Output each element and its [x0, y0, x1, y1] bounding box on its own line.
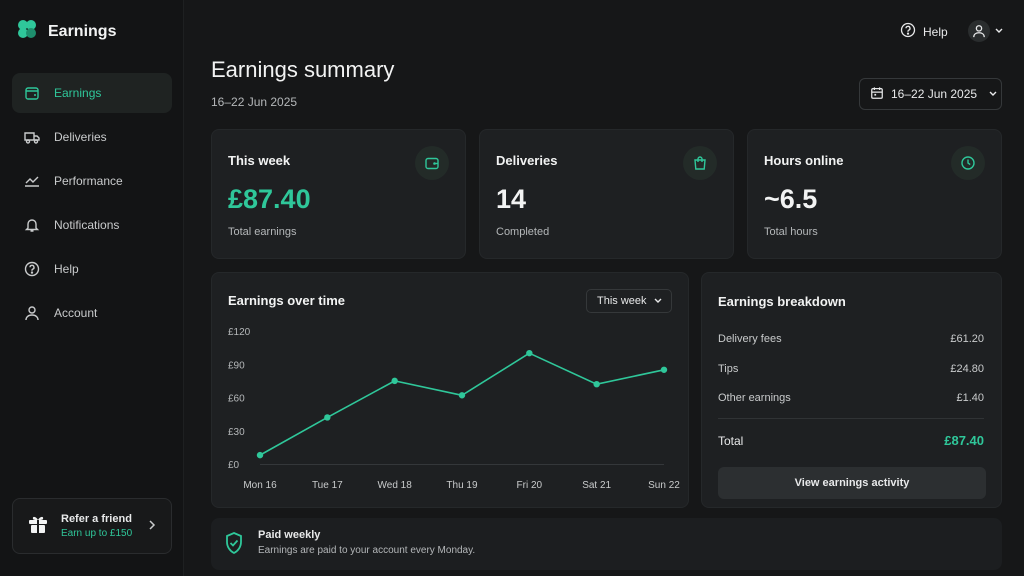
stat-value: ~6.5: [764, 184, 818, 214]
breakdown-value: £61.20: [950, 333, 984, 345]
earnings-series-line: [259, 352, 665, 456]
stat-subtitle: Completed: [496, 226, 550, 238]
earnings-breakdown-card: Earnings breakdown Delivery fees £61.20 …: [701, 272, 1002, 508]
stat-card-deliveries: Deliveries 14 Completed: [479, 129, 734, 259]
stat-subtitle: Total hours: [764, 226, 818, 238]
x-tick-label: Sat 21: [582, 480, 611, 491]
y-tick-label: £30: [228, 427, 245, 438]
data-point: [526, 349, 533, 357]
calendar-icon: [870, 86, 884, 103]
sidebar-nav: Earnings Deliveries Performance Notifica…: [12, 73, 172, 337]
data-point: [660, 366, 668, 373]
stat-title: Hours online: [764, 153, 844, 168]
y-tick-label: £60: [228, 394, 245, 405]
bag-icon: [683, 146, 717, 180]
stat-value: 14: [496, 184, 527, 214]
stat-title: Deliveries: [496, 153, 558, 168]
breakdown-row: Other earnings £1.40: [718, 392, 984, 404]
help-label: Help: [923, 24, 948, 39]
wallet-icon: [415, 146, 449, 180]
bell-icon: [23, 216, 41, 234]
stat-value: £87.40: [228, 184, 311, 214]
date-range-label: 16–22 Jun 2025: [891, 87, 978, 101]
date-range-picker[interactable]: 16–22 Jun 2025: [859, 78, 1002, 110]
clover-logo-icon: [16, 18, 38, 45]
sidebar-item-account[interactable]: Account: [12, 293, 172, 333]
breakdown-title: Earnings breakdown: [718, 294, 846, 309]
refer-a-friend-card[interactable]: Refer a friend Earn up to £150: [12, 498, 172, 554]
breakdown-row: Tips £24.80: [718, 363, 984, 375]
data-point: [458, 392, 466, 399]
breakdown-value: £24.80: [950, 363, 984, 375]
sidebar-item-deliveries[interactable]: Deliveries: [12, 117, 172, 157]
app-name: Earnings: [48, 22, 117, 40]
refer-subtitle: Earn up to £150: [61, 528, 133, 539]
stat-subtitle: Total earnings: [228, 226, 297, 238]
sidebar: Earnings Earnings Deliveries Performance…: [0, 0, 184, 576]
refer-title: Refer a friend: [61, 513, 132, 525]
y-tick-label: £120: [228, 327, 251, 338]
y-tick-label: £90: [228, 360, 245, 371]
shield-check-icon: [224, 531, 244, 560]
sidebar-item-label: Earnings: [54, 86, 102, 100]
wallet-icon: [23, 84, 41, 102]
x-tick-label: Tue 17: [312, 480, 343, 491]
sidebar-item-label: Notifications: [54, 218, 120, 232]
x-tick-label: Wed 18: [378, 480, 413, 491]
x-tick-label: Fri 20: [517, 480, 543, 491]
stat-card-hours-online: Hours online ~6.5 Total hours: [747, 129, 1002, 259]
divider: [718, 418, 984, 419]
help-button[interactable]: Help: [900, 22, 948, 41]
y-tick-label: £0: [228, 460, 240, 471]
brand[interactable]: Earnings: [16, 18, 116, 45]
refer-text: Refer a friend Earn up to £150: [61, 513, 132, 539]
gift-icon: [27, 513, 49, 540]
x-tick-label: Thu 19: [446, 480, 478, 491]
stat-title: This week: [228, 153, 291, 168]
total-label: Total: [718, 433, 744, 448]
x-tick-label: Mon 16: [243, 480, 277, 491]
breakdown-row: Delivery fees £61.20: [718, 333, 984, 345]
page-subtitle: 16–22 Jun 2025: [211, 95, 298, 109]
sidebar-item-notifications[interactable]: Notifications: [12, 205, 172, 245]
breakdown-label: Other earnings: [718, 392, 791, 404]
data-point: [324, 414, 331, 421]
stat-card-this-week: This week £87.40 Total earnings: [211, 129, 466, 259]
sidebar-item-label: Deliveries: [54, 130, 107, 144]
breakdown-value: £1.40: [956, 392, 984, 404]
truck-icon: [23, 128, 41, 146]
page-title: Earnings summary: [211, 57, 395, 82]
chevron-right-icon: [147, 518, 157, 537]
sidebar-item-help[interactable]: Help: [12, 249, 172, 289]
x-tick-label: Sun 22: [648, 480, 680, 491]
sidebar-item-label: Account: [54, 306, 98, 320]
paid-weekly-banner: Paid weekly Earnings are paid to your ac…: [211, 518, 1002, 570]
paid-title: Paid weekly: [258, 529, 321, 541]
earnings-line-chart: £0 £30 £60 £90 £120 Mon 16 Tue 17 Wed 18 Thu 19 F…: [228, 327, 680, 491]
trend-icon: [23, 172, 41, 190]
paid-subtitle: Earnings are paid to your account every …: [258, 545, 476, 556]
chevron-down-icon: [988, 87, 998, 101]
help-icon: [23, 260, 41, 278]
total-value: £87.40: [944, 433, 984, 448]
sidebar-item-earnings[interactable]: Earnings: [12, 73, 172, 113]
data-point: [256, 451, 264, 459]
sidebar-item-label: Help: [54, 262, 79, 276]
user-icon: [23, 304, 41, 322]
sidebar-item-performance[interactable]: Performance: [12, 161, 172, 201]
data-point: [391, 377, 398, 385]
breakdown-label: Tips: [718, 363, 739, 375]
earnings-chart-card: Earnings over time This week £0 £30 £60 £90…: [211, 272, 689, 508]
clock-icon: [951, 146, 985, 180]
chevron-down-icon: [994, 22, 1004, 40]
user-menu[interactable]: [968, 20, 1004, 42]
breakdown-label: Delivery fees: [718, 333, 782, 345]
help-icon: [900, 22, 916, 41]
breakdown-total: Total £87.40: [718, 433, 984, 448]
sidebar-item-label: Performance: [54, 174, 123, 188]
data-point: [593, 381, 600, 388]
avatar: [968, 20, 990, 42]
view-earnings-activity-button[interactable]: View earnings activity: [718, 467, 986, 499]
